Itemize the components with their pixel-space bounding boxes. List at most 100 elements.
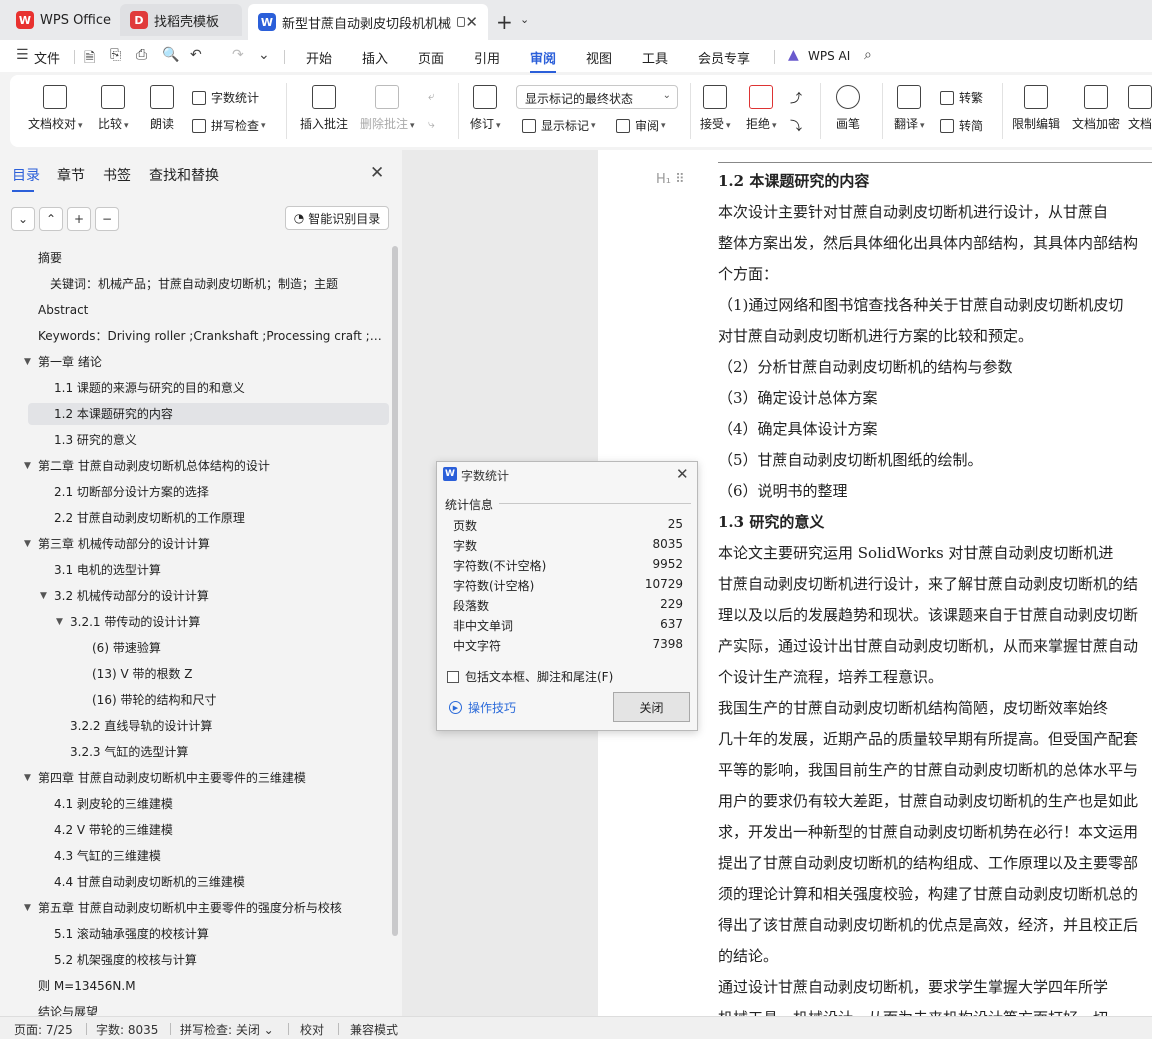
toc-item[interactable]: 4.1 剥皮轮的三维建模 xyxy=(54,793,385,815)
tab-document[interactable]: W 新型甘蔗自动剥皮切段机机械 ✕ xyxy=(248,4,488,40)
page-indicator[interactable]: 页面: 7/25 xyxy=(14,1021,73,1038)
menu-reference[interactable]: 引用 xyxy=(474,48,500,67)
chevron-down-icon[interactable]: ⌄ xyxy=(258,47,270,63)
tab-sections[interactable]: 章节 xyxy=(57,165,85,185)
menu-wps-ai[interactable]: WPS AI xyxy=(808,49,850,63)
doc-more-button[interactable]: 文档 xyxy=(1128,85,1152,132)
toc-item[interactable]: 4.2 V 带轮的三维建模 xyxy=(54,819,385,841)
toc-item[interactable]: 4.4 甘蔗自动剥皮切断机的三维建模 xyxy=(54,871,385,893)
spell-check-indicator[interactable]: 拼写检查: 关闭 ⌄ xyxy=(180,1021,274,1038)
show-markup-button[interactable]: 显示标记 ▾ xyxy=(522,117,596,134)
hamburger-icon[interactable]: ☰ xyxy=(16,47,29,63)
review-pane-button[interactable]: 审阅 ▾ xyxy=(616,117,666,134)
expand-arrow-icon[interactable]: ▼ xyxy=(24,351,31,373)
remove-heading-button[interactable]: − xyxy=(95,207,119,231)
menu-page[interactable]: 页面 xyxy=(418,48,444,67)
tab-toc[interactable]: 目录 xyxy=(12,165,40,192)
tab-find-replace[interactable]: 查找和替换 xyxy=(149,165,219,185)
translate-button[interactable]: 翻译 ▾ xyxy=(894,85,925,132)
close-button[interactable]: 关闭 xyxy=(613,692,690,722)
word-count-button[interactable]: 字数统计 xyxy=(192,89,259,106)
toc-item[interactable]: 3.2.1 带传动的设计计算 xyxy=(70,611,385,633)
tab-bookmarks[interactable]: 书签 xyxy=(103,165,131,185)
tab-wps-office[interactable]: W WPS Office xyxy=(6,4,114,36)
expand-arrow-icon[interactable]: ▼ xyxy=(24,455,31,477)
print-icon[interactable]: ⎙ xyxy=(136,47,147,63)
print-preview-icon[interactable]: 🔍 xyxy=(162,47,179,63)
menu-view[interactable]: 视图 xyxy=(586,48,612,67)
expand-arrow-icon[interactable]: ▼ xyxy=(40,585,47,607)
reject-button[interactable]: 拒绝 ▾ xyxy=(746,85,777,132)
toc-item[interactable]: 第五章 甘蔗自动剥皮切断机中主要零件的强度分析与校核 xyxy=(38,897,385,919)
brush-button[interactable]: 画笔 xyxy=(836,85,860,132)
redo-icon[interactable]: ↷ xyxy=(232,47,244,63)
expand-arrow-icon[interactable]: ▼ xyxy=(56,611,63,633)
add-tab-icon[interactable]: + xyxy=(496,10,513,34)
restrict-edit-button[interactable]: 限制编辑 xyxy=(1012,85,1060,132)
expand-arrow-icon[interactable]: ▼ xyxy=(24,767,31,789)
to-traditional-button[interactable]: 转繁 xyxy=(940,89,983,106)
prev-change-icon[interactable]: ⤴ xyxy=(790,89,802,106)
proofread-indicator[interactable]: 校对 xyxy=(300,1021,324,1038)
toc-item[interactable]: 1.1 课题的来源与研究的目的和意义 xyxy=(54,377,385,399)
toc-item[interactable]: 3.1 电机的选型计算 xyxy=(54,559,385,581)
markup-state-select[interactable]: 显示标记的最终状态 ⌄ xyxy=(516,85,678,109)
menu-start[interactable]: 开始 xyxy=(306,48,332,67)
toc-item[interactable]: 则 M=13456N.M xyxy=(38,975,385,997)
toc-scrollbar[interactable] xyxy=(392,246,398,936)
tips-link[interactable]: ▶ 操作技巧 xyxy=(449,699,516,716)
close-icon[interactable]: ✕ xyxy=(465,13,478,31)
tab-docer-templates[interactable]: D 找稻壳模板 xyxy=(120,4,242,36)
menu-member[interactable]: 会员专享 xyxy=(698,48,750,67)
checkbox-box[interactable] xyxy=(447,670,459,683)
read-aloud-button[interactable]: 朗读 xyxy=(150,85,174,132)
toc-item[interactable]: (6) 带速验算 xyxy=(92,637,385,659)
menu-insert[interactable]: 插入 xyxy=(362,48,388,67)
insert-comment-button[interactable]: 插入批注 xyxy=(300,85,348,132)
revise-button[interactable]: 修订 ▾ xyxy=(470,85,501,132)
toc-item[interactable]: 1.2 本课题研究的内容 xyxy=(28,403,389,425)
expand-up-button[interactable]: ⌃ xyxy=(39,207,63,231)
undo-icon[interactable]: ↶ xyxy=(190,47,202,63)
menu-tools[interactable]: 工具 xyxy=(642,48,668,67)
include-textbox-checkbox[interactable]: 包括文本框、脚注和尾注(F) xyxy=(447,668,613,685)
smart-toc-button[interactable]: ◔ 智能识别目录 xyxy=(285,206,389,230)
search-icon[interactable]: ⌕ xyxy=(864,47,872,63)
toc-item[interactable]: 第一章 绪论 xyxy=(38,351,385,373)
menu-file[interactable]: 文件 xyxy=(34,48,60,67)
close-icon[interactable]: ✕ xyxy=(370,163,384,183)
expand-arrow-icon[interactable]: ▼ xyxy=(24,897,31,919)
to-simplified-button[interactable]: 转简 xyxy=(940,117,983,134)
toc-item[interactable]: (16) 带轮的结构和尺寸 xyxy=(92,689,385,711)
toc-item[interactable]: Keywords：Driving roller ;Crankshaft ;Pro… xyxy=(38,325,385,347)
save-icon[interactable]: 🗎 xyxy=(84,47,95,71)
spell-check-button[interactable]: 拼写检查 ▾ xyxy=(192,117,266,134)
collapse-all-button[interactable]: ⌄ xyxy=(11,207,35,231)
toc-item[interactable]: 5.2 机架强度的校核与计算 xyxy=(54,949,385,971)
prev-comment-icon[interactable]: ⤶ xyxy=(428,89,435,104)
toc-item[interactable]: Abstract xyxy=(38,299,385,321)
expand-arrow-icon[interactable]: ▼ xyxy=(24,533,31,555)
toc-item[interactable]: 3.2.3 气缸的选型计算 xyxy=(70,741,385,763)
chevron-down-icon[interactable]: ⌄ xyxy=(520,13,529,26)
heading-marker-icon[interactable]: H₁ ⠿ xyxy=(656,172,685,187)
add-heading-button[interactable]: + xyxy=(67,207,91,231)
doc-check-button[interactable]: 文档校对 ▾ xyxy=(28,85,83,132)
toc-item[interactable]: 摘要 xyxy=(38,247,385,269)
accept-button[interactable]: 接受 ▾ xyxy=(700,85,731,132)
toc-item[interactable]: 第四章 甘蔗自动剥皮切断机中主要零件的三维建模 xyxy=(38,767,385,789)
menu-review[interactable]: 审阅 xyxy=(530,48,557,73)
toc-item[interactable]: 5.1 滚动轴承强度的校核计算 xyxy=(54,923,385,945)
toc-item[interactable]: 4.3 气缸的三维建模 xyxy=(54,845,385,867)
word-count-indicator[interactable]: 字数: 8035 xyxy=(96,1021,158,1038)
toc-item[interactable]: 3.2.2 直线导轨的设计计算 xyxy=(70,715,385,737)
toc-item[interactable]: 1.3 研究的意义 xyxy=(54,429,385,451)
compare-button[interactable]: 比较 ▾ xyxy=(98,85,129,132)
toc-item[interactable]: 2.1 切断部分设计方案的选择 xyxy=(54,481,385,503)
encrypt-button[interactable]: 文档加密 xyxy=(1072,85,1120,132)
toc-item[interactable]: 关键词：机械产品；甘蔗自动剥皮切断机；制造；主题 xyxy=(50,273,385,295)
next-change-icon[interactable]: ⤵ xyxy=(790,117,802,134)
delete-comment-button[interactable]: 删除批注 ▾ xyxy=(360,85,415,132)
next-comment-icon[interactable]: ⤷ xyxy=(428,117,435,132)
toc-item[interactable]: (13) V 带的根数 Z xyxy=(92,663,385,685)
